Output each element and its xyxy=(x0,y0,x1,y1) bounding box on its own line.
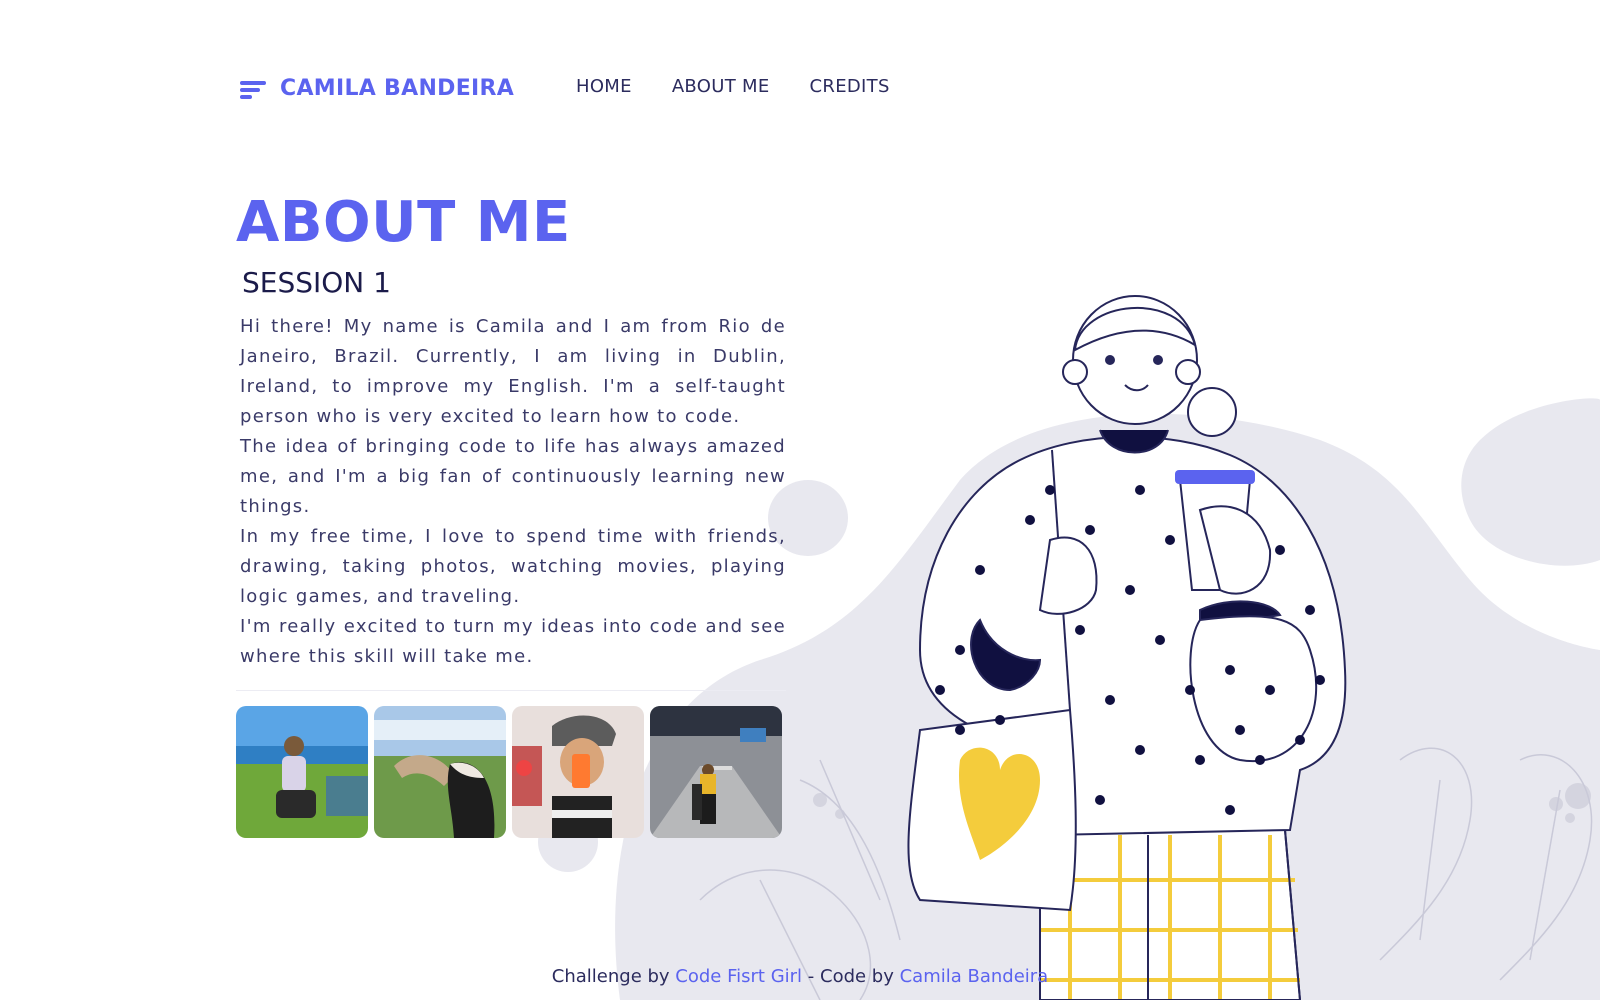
author-link[interactable]: Camila Bandeira xyxy=(900,966,1049,987)
challenge-link[interactable]: Code Fisrt Girl xyxy=(675,966,802,987)
photo-gallery xyxy=(236,706,782,838)
bio-text: Hi there! My name is Camila and I am fro… xyxy=(240,312,786,672)
nav-credits[interactable]: CREDITS xyxy=(810,76,890,97)
divider xyxy=(236,690,786,691)
nav-home[interactable]: HOME xyxy=(576,76,632,97)
bio-paragraph: In my free time, I love to spend time wi… xyxy=(240,526,786,607)
footer: Challenge by Code Fisrt Girl - Code by C… xyxy=(0,966,1600,987)
girl-illustration xyxy=(907,295,1347,1000)
photo-seaside[interactable] xyxy=(236,706,368,838)
photo-horse[interactable] xyxy=(374,706,506,838)
nav-about-me[interactable]: ABOUT ME xyxy=(672,76,770,97)
bio-paragraph: I'm really excited to turn my ideas into… xyxy=(240,616,786,667)
brand-name: CAMILA BANDEIRA xyxy=(280,76,515,101)
bio-paragraph: Hi there! My name is Camila and I am fro… xyxy=(240,316,786,427)
main-nav: HOME ABOUT ME CREDITS xyxy=(576,76,890,97)
section-subtitle: SESSION 1 xyxy=(242,266,391,299)
footer-middle: - Code by xyxy=(802,966,900,987)
page-title: ABOUT ME xyxy=(236,190,571,255)
footer-prefix: Challenge by xyxy=(551,966,676,987)
photo-airport[interactable] xyxy=(650,706,782,838)
photo-selfie[interactable] xyxy=(512,706,644,838)
bio-paragraph: The idea of bringing code to life has al… xyxy=(240,436,786,517)
menu-lines-icon xyxy=(240,78,266,100)
brand[interactable]: CAMILA BANDEIRA xyxy=(240,76,514,101)
